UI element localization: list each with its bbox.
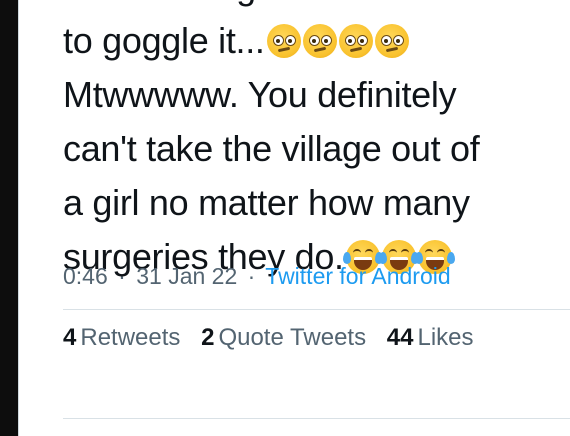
divider [63,418,570,419]
tweet-time[interactable]: 0:46 [63,263,108,289]
tweet-line-1-text: to goggle it... [63,20,265,61]
retweets-stat[interactable]: 4 Retweets [63,324,180,351]
confused-face-icon [302,24,337,58]
retweets-label: Retweets [80,324,181,351]
confused-face-icon [338,24,373,58]
tweet-line-cut-off: sees them girls ooo we need [63,0,563,14]
tweet-metadata: 0:46 · 31 Jan 22 · Twitter for Android [63,263,451,290]
tweet-body: sees them girls ooo we need to goggle it… [63,0,563,284]
tweet-line-2: Mtwwwww. You definitely [63,74,457,115]
likes-count: 44 [386,324,414,351]
tweet-source-link[interactable]: Twitter for Android [265,263,450,289]
confused-face-icon [266,24,301,58]
confused-face-icon [374,24,409,58]
tweet-line-4: a girl no matter how many [63,182,470,223]
meta-separator: · [247,263,256,289]
tweet-line-1: to goggle it... [63,14,563,68]
tweet-date[interactable]: 31 Jan 22 [136,263,237,289]
quote-tweets-stat[interactable]: 2 Quote Tweets [201,324,366,351]
screenshot-frame: sees them girls ooo we need to goggle it… [0,0,570,436]
likes-label: Likes [417,324,474,351]
meta-separator: · [118,263,126,289]
quote-tweets-label: Quote Tweets [218,324,367,351]
divider [63,309,570,310]
quote-tweets-count: 2 [201,324,215,351]
tweet-line-3: can't take the village out of [63,128,480,169]
likes-stat[interactable]: 44 Likes [387,324,474,351]
tweet-detail-card: sees them girls ooo we need to goggle it… [18,0,570,436]
engagement-stats: 4 Retweets 2 Quote Tweets 44 Likes [63,324,488,352]
retweets-count: 4 [63,324,77,351]
